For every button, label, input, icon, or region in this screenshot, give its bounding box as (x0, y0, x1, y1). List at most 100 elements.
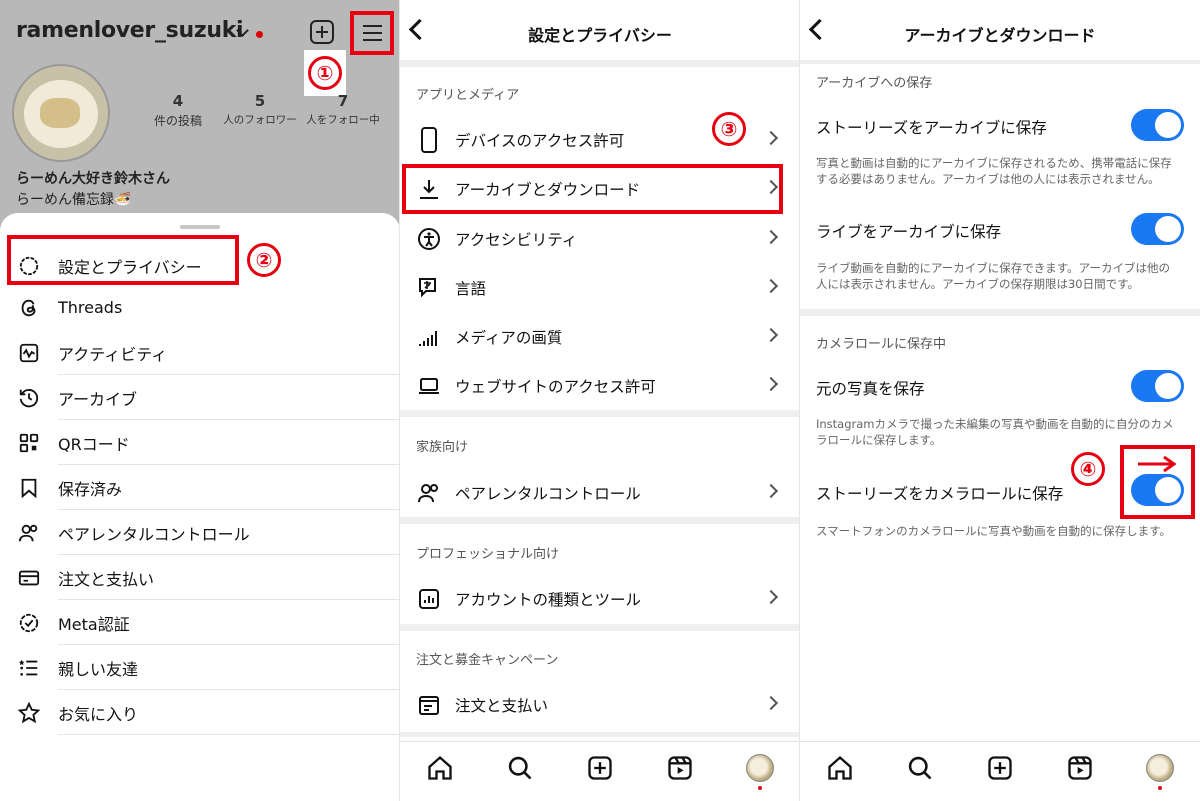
stat-posts[interactable]: 4 件の投稿 (145, 92, 211, 129)
language-icon (416, 275, 442, 301)
close-friends-icon (17, 656, 41, 680)
star-icon (17, 701, 41, 725)
setting-label-live-archive: ライブをアーカイブに保存 (816, 223, 1002, 241)
menu-label: お気に入り (58, 704, 139, 724)
menu-label: アクティビティ (58, 344, 168, 364)
setting-label-original-photos: 元の写真を保存 (816, 380, 925, 398)
home-icon[interactable] (426, 754, 454, 782)
notification-dot (256, 31, 263, 38)
setting-desc-original-photos: Instagramカメラで撮った未編集の写真や動画を自動的に自分のカメラロールに… (816, 417, 1174, 447)
row-label: メディアの画質 (455, 329, 563, 347)
nav-header: 設定とプライバシー (400, 0, 800, 62)
threads-icon (17, 296, 41, 320)
menu-item-activity[interactable]: アクティビティ (0, 330, 400, 375)
step-badge-1: ① (308, 56, 342, 90)
setting-desc-live-archive: ライブ動画を自動的にアーカイブに保存できます。アーカイブは他の人には表示されませ… (816, 261, 1170, 291)
home-icon[interactable] (826, 754, 854, 782)
row-label: ペアレンタルコントロール (455, 485, 641, 503)
menu-item-meta-verified[interactable]: Meta認証 (0, 600, 400, 645)
menu-item-qr[interactable]: QRコード (0, 420, 400, 465)
section-divider (400, 517, 800, 524)
card-icon (17, 566, 41, 590)
chevron-right-icon (763, 483, 779, 499)
settings-row-accessibility[interactable]: アクセシビリティ (400, 215, 800, 263)
step-badge-1-box: ① (304, 50, 346, 96)
step-badge-2: ② (247, 243, 281, 277)
reels-icon[interactable] (1066, 754, 1094, 782)
section-title-orders: 注文と募金キャンペーン (416, 653, 559, 668)
reels-icon[interactable] (666, 754, 694, 782)
toggle-live-archive[interactable] (1131, 213, 1184, 245)
profile-avatar[interactable] (746, 754, 774, 782)
toggle-original-photos[interactable] (1131, 370, 1184, 402)
step-badge-3: ③ (712, 112, 746, 146)
settings-row-orders-payments[interactable]: 注文と支払い (400, 681, 800, 729)
setting-label-stories-archive: ストーリーズをアーカイブに保存 (816, 119, 1047, 137)
stat-following[interactable]: 7 人をフォロー中 (304, 92, 382, 127)
create-icon[interactable] (586, 754, 614, 782)
chevron-right-icon (763, 695, 779, 711)
menu-label: 注文と支払い (58, 569, 155, 589)
highlight-box-settings (7, 235, 239, 285)
accessibility-icon (416, 226, 442, 252)
menu-sheet: 設定とプライバシー Threads アクティビティ アーカイブ QRコード 保存… (0, 213, 400, 801)
setting-desc-stories-camera-roll: スマートフォンのカメラロールに写真や動画を自動的に保存します。 (816, 524, 1172, 538)
create-icon[interactable] (986, 754, 1014, 782)
hamburger-menu-button[interactable] (350, 11, 394, 55)
section-divider (400, 60, 800, 67)
section-divider (800, 309, 1200, 316)
row-label: 注文と支払い (455, 697, 549, 715)
profile-avatar[interactable] (1146, 754, 1174, 782)
menu-item-threads[interactable]: Threads (0, 285, 400, 330)
menu-item-archive[interactable]: アーカイブ (0, 375, 400, 420)
notification-dot (758, 786, 762, 790)
settings-row-website-permissions[interactable]: ウェブサイトのアクセス許可 (400, 362, 800, 410)
parental-icon (416, 480, 442, 506)
menu-item-orders[interactable]: 注文と支払い (0, 555, 400, 600)
section-divider (800, 60, 1200, 64)
chart-icon (416, 586, 442, 612)
menu-item-close-friends[interactable]: 親しい友達 (0, 645, 400, 690)
chevron-right-icon (763, 229, 779, 245)
stat-followers[interactable]: 5 人のフォロワー (220, 92, 300, 127)
menu-item-parental[interactable]: ペアレンタルコントロール (0, 510, 400, 555)
profile-avatar[interactable] (12, 64, 110, 162)
sheet-handle[interactable] (180, 225, 220, 229)
menu-label: QRコード (58, 434, 130, 454)
menu-label: Meta認証 (58, 614, 130, 634)
menu-item-saved[interactable]: 保存済み (0, 465, 400, 510)
settings-row-parental-controls[interactable]: ペアレンタルコントロール (400, 469, 800, 517)
row-label: デバイスのアクセス許可 (455, 132, 625, 150)
parental-icon (17, 521, 41, 545)
section-title-family: 家族向け (416, 440, 469, 455)
search-icon[interactable] (506, 754, 534, 782)
bio-name: らーめん大好き鈴木さん (16, 171, 170, 187)
row-label: ウェブサイトのアクセス許可 (455, 378, 656, 396)
chevron-right-icon (763, 376, 779, 392)
section-title-apps-media: アプリとメディア (416, 88, 520, 103)
qr-code-icon (17, 431, 41, 455)
nav-header: アーカイブとダウンロード (800, 0, 1200, 62)
profile-menu-panel: ramenlover_suzuki ① 4 件の投稿 5 人のフォロワー 7 人をフォ… (0, 0, 400, 801)
activity-icon (17, 341, 41, 365)
section-divider (400, 410, 800, 417)
bio-text: らーめん備忘録🍜 (16, 192, 132, 208)
settings-row-account-type[interactable]: アカウントの種類とツール (400, 575, 800, 623)
bottom-tab-bar (800, 741, 1200, 801)
menu-label: 保存済み (58, 479, 123, 499)
menu-item-favorites[interactable]: お気に入り (0, 690, 400, 735)
archive-history-icon (17, 386, 41, 410)
create-plus-icon[interactable] (310, 20, 334, 44)
profile-username[interactable]: ramenlover_suzuki (16, 18, 244, 43)
settings-row-language[interactable]: 言語 (400, 264, 800, 312)
verified-icon (17, 611, 41, 635)
search-icon[interactable] (906, 754, 934, 782)
bookmark-icon (17, 476, 41, 500)
toggle-stories-archive[interactable] (1131, 109, 1184, 141)
arrow-right-icon (1138, 455, 1177, 473)
settings-row-media-quality[interactable]: メディアの画質 (400, 313, 800, 361)
section-divider (400, 624, 800, 631)
row-label: アカウントの種類とツール (455, 591, 642, 609)
chevron-right-icon (763, 327, 779, 343)
section-title-professional: プロフェッショナル向け (416, 547, 560, 562)
